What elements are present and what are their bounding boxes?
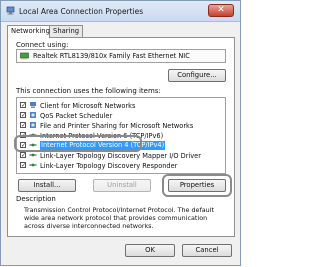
checkbox[interactable]: ✓ (20, 162, 26, 169)
configure-button[interactable]: Configure... (168, 69, 226, 82)
list-item[interactable]: ✓ Link-Layer Topology Discovery Responde… (17, 160, 225, 171)
item-label: QoS Packet Scheduler (40, 112, 113, 120)
highlight-annotation (162, 174, 232, 197)
cancel-button[interactable]: Cancel (182, 244, 232, 257)
highlight-annotation (14, 135, 142, 152)
close-button[interactable]: ✕ (208, 4, 234, 17)
network-service-icon (30, 112, 36, 118)
uninstall-button[interactable]: Uninstall (93, 179, 151, 192)
adapter-field: Realtek RTL8139/810x Family Fast Etherne… (16, 49, 226, 63)
tab-networking[interactable]: Networking (7, 25, 50, 38)
checkbox[interactable]: ✓ (20, 152, 26, 159)
description-text: Transmission Control Protocol/Internet P… (24, 206, 214, 230)
description-label: Description (16, 195, 56, 203)
checkbox[interactable]: ✓ (20, 112, 26, 119)
network-protocol-icon (29, 153, 37, 157)
title-bar: Local Area Connection Properties ✕ (1, 1, 240, 22)
network-protocol-icon (29, 163, 37, 167)
tab-sharing[interactable]: Sharing (49, 25, 83, 37)
network-client-icon (30, 102, 36, 108)
checkbox[interactable]: ✓ (20, 122, 26, 129)
properties-dialog: Local Area Connection Properties ✕ Netwo… (0, 0, 241, 266)
ok-button[interactable]: OK (125, 244, 175, 257)
item-label: Client for Microsoft Networks (40, 102, 136, 110)
item-label: Link-Layer Topology Discovery Mapper I/O… (40, 152, 201, 160)
connect-using-label: Connect using: (16, 41, 69, 49)
network-service-icon (30, 122, 36, 128)
close-icon: ✕ (217, 5, 225, 15)
install-button[interactable]: Install... (18, 179, 76, 192)
networking-panel: Connect using: Realtek RTL8139/810x Fami… (7, 37, 235, 237)
network-adapter-icon (20, 52, 29, 60)
adapter-name: Realtek RTL8139/810x Family Fast Etherne… (33, 52, 190, 60)
network-connection-icon (6, 6, 15, 15)
items-label: This connection uses the following items… (16, 87, 161, 95)
item-label: Link-Layer Topology Discovery Responder (40, 162, 178, 170)
window-title: Local Area Connection Properties (19, 7, 144, 16)
checkbox[interactable]: ✓ (20, 102, 26, 109)
description-group: Description Transmission Control Protoco… (16, 195, 226, 233)
item-label: File and Printer Sharing for Microsoft N… (40, 122, 194, 130)
